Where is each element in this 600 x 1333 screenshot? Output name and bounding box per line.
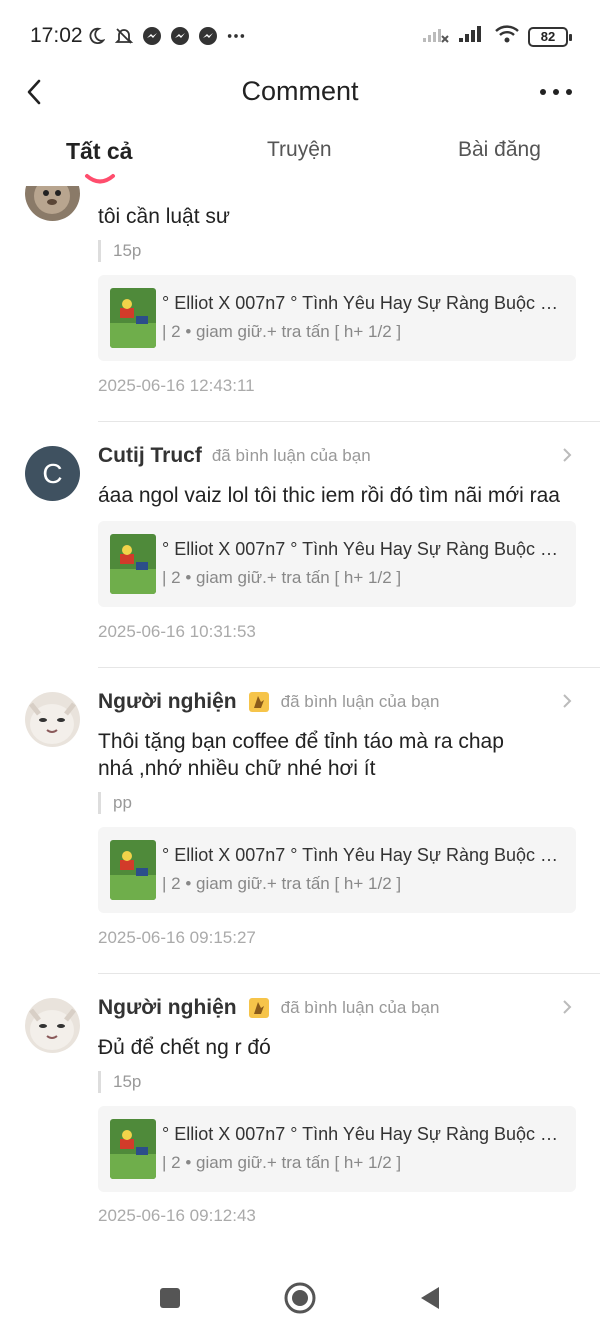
home-icon xyxy=(284,1282,316,1314)
comment-date: 2025-06-16 12:43:11 xyxy=(98,376,255,395)
comment-date: 2025-06-16 10:31:53 xyxy=(98,622,256,641)
story-thumbnail xyxy=(110,534,156,594)
commenter-name[interactable]: Người nghiện xyxy=(98,996,237,1020)
chevron-right-icon[interactable] xyxy=(560,446,574,464)
tab-stories[interactable]: Truyện xyxy=(267,138,332,162)
story-card[interactable]: ° Elliot X 007n7 ° Tình Yêu Hay Sự Ràng … xyxy=(98,1106,576,1192)
more-horizontal-icon xyxy=(540,89,572,95)
comment-text-line: nhá ,nhớ nhiều chữ nhé hơi ít xyxy=(98,757,376,780)
avatar[interactable]: C xyxy=(25,446,80,501)
commenter-name[interactable]: Cutij Trucf xyxy=(98,444,202,468)
messenger-icon xyxy=(142,26,162,46)
comment-list: tôi cần luật sư 15p ° Elliot X 007n7 ° T… xyxy=(0,186,600,1248)
avatar[interactable] xyxy=(25,998,80,1053)
story-chapter: | 2 • giam giữ.+ tra tấn [ h+ 1/2 ] xyxy=(162,1153,402,1172)
chevron-right-icon[interactable] xyxy=(560,998,574,1016)
home-button[interactable] xyxy=(282,1280,318,1316)
status-left-icons xyxy=(86,26,246,46)
status-right-icons: 82 xyxy=(422,24,572,49)
comment-text: tôi cần luật sư xyxy=(98,205,230,228)
story-card[interactable]: ° Elliot X 007n7 ° Tình Yêu Hay Sự Ràng … xyxy=(98,521,576,607)
story-chapter: | 2 • giam giữ.+ tra tấn [ h+ 1/2 ] xyxy=(162,322,402,341)
quoted-reply: 15p xyxy=(98,1071,141,1093)
comment-text-line: Thôi tặng bạn coffee để tỉnh táo mà ra c… xyxy=(98,730,504,753)
signal-icon xyxy=(422,24,450,49)
back-triangle-icon xyxy=(421,1287,439,1309)
stop-icon xyxy=(160,1288,180,1308)
comment-text: Thôi tặng bạn coffee để tỉnh táo mà ra c… xyxy=(98,728,588,782)
bell-off-icon xyxy=(114,26,134,46)
moon-icon xyxy=(86,26,106,46)
story-title: ° Elliot X 007n7 ° Tình Yêu Hay Sự Ràng … xyxy=(162,293,562,313)
story-thumbnail xyxy=(110,1119,156,1179)
more-options-button[interactable] xyxy=(536,80,576,104)
recent-apps-button[interactable] xyxy=(152,1280,188,1316)
quoted-reply: 15p xyxy=(98,240,141,262)
tab-all[interactable]: Tất cả xyxy=(66,138,132,165)
story-thumbnail xyxy=(110,288,156,348)
signal-icon xyxy=(458,24,486,49)
status-bar: 17:02 82 xyxy=(0,0,600,72)
tab-active-indicator xyxy=(85,174,115,184)
avatar[interactable] xyxy=(25,692,80,747)
comment-header: Cutij Trucf đã bình luận của bạn xyxy=(98,444,371,468)
comment-date: 2025-06-16 09:12:43 xyxy=(98,1206,256,1225)
quoted-reply: pp xyxy=(98,792,132,814)
battery-icon: 82 xyxy=(528,26,572,47)
app-header: Comment xyxy=(0,72,600,112)
chevron-right-icon[interactable] xyxy=(560,692,574,710)
story-title: ° Elliot X 007n7 ° Tình Yêu Hay Sự Ràng … xyxy=(162,1124,562,1144)
comment-action: đã bình luận của bạn xyxy=(211,446,371,465)
story-chapter: | 2 • giam giữ.+ tra tấn [ h+ 1/2 ] xyxy=(162,568,402,587)
comment-date: 2025-06-16 09:15:27 xyxy=(98,928,256,947)
story-thumbnail xyxy=(110,840,156,900)
story-chapter: | 2 • giam giữ.+ tra tấn [ h+ 1/2 ] xyxy=(162,874,402,893)
comment-action: đã bình luận của bạn xyxy=(280,692,440,711)
story-card[interactable]: ° Elliot X 007n7 ° Tình Yêu Hay Sự Ràng … xyxy=(98,275,576,361)
comment-header: Người nghiện đã bình luận của bạn xyxy=(98,996,439,1020)
avatar[interactable] xyxy=(25,186,80,221)
commenter-name[interactable]: Người nghiện xyxy=(98,690,237,714)
wifi-icon xyxy=(494,24,520,49)
comment-text: Đủ để chết ng r đó xyxy=(98,1036,271,1059)
back-nav-button[interactable] xyxy=(412,1280,448,1316)
comment-header: Người nghiện đã bình luận của bạn xyxy=(98,690,439,714)
story-card[interactable]: ° Elliot X 007n7 ° Tình Yêu Hay Sự Ràng … xyxy=(98,827,576,913)
system-nav-bar xyxy=(0,1260,600,1333)
page-title: Comment xyxy=(241,76,359,106)
story-title: ° Elliot X 007n7 ° Tình Yêu Hay Sự Ràng … xyxy=(162,845,562,865)
divider xyxy=(98,421,600,422)
divider xyxy=(98,667,600,668)
user-badge-icon xyxy=(248,998,269,1018)
tab-posts[interactable]: Bài đăng xyxy=(458,138,541,162)
status-time: 17:02 xyxy=(30,24,83,47)
divider xyxy=(98,973,600,974)
user-badge-icon xyxy=(248,692,269,712)
story-title: ° Elliot X 007n7 ° Tình Yêu Hay Sự Ràng … xyxy=(162,539,562,559)
comment-text: áaa ngol vaiz lol tôi thic iem rồi đó tì… xyxy=(98,484,560,507)
comment-action: đã bình luận của bạn xyxy=(280,998,440,1017)
messenger-icon xyxy=(198,26,218,46)
tab-bar: Tất cả Truyện Bài đăng xyxy=(0,138,600,186)
more-horizontal-icon xyxy=(226,26,246,46)
messenger-icon xyxy=(170,26,190,46)
